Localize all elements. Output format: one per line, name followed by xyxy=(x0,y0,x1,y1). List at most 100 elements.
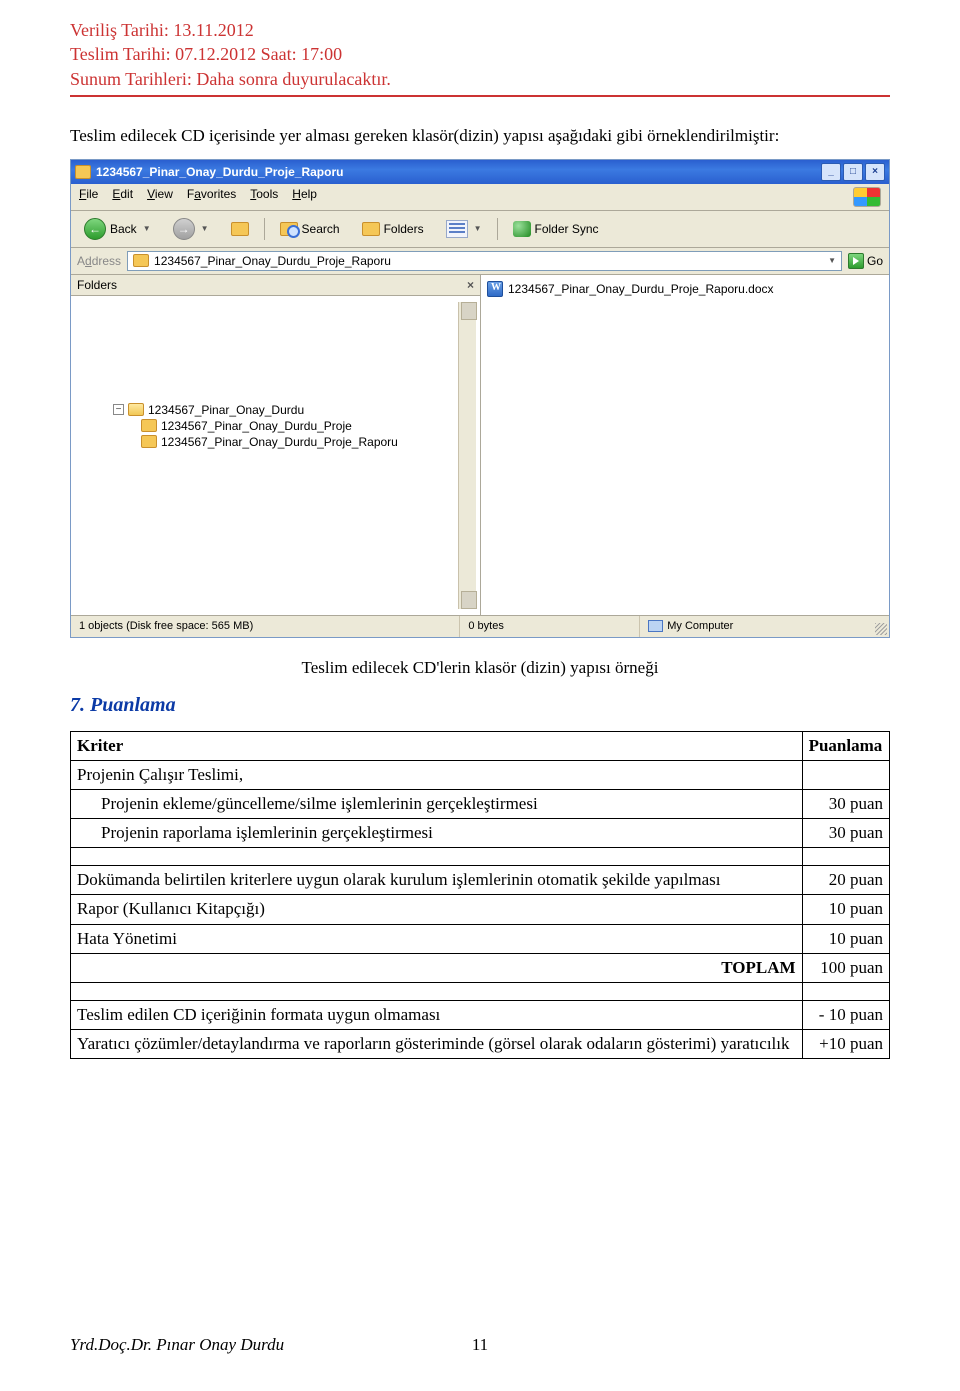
cell-total-score: 100 puan xyxy=(802,953,889,982)
tree-row[interactable]: 1234567_Pinar_Onay_Durdu_Proje xyxy=(141,418,458,434)
search-icon xyxy=(280,222,298,236)
resize-grip[interactable] xyxy=(875,623,887,635)
cell-criterion: Rapor (Kullanıcı Kitapçığı) xyxy=(71,895,803,924)
folder-tree: − 1234567_Pinar_Onay_Durdu 1234567_Pinar… xyxy=(71,296,480,615)
scrollbar[interactable] xyxy=(458,302,476,609)
views-icon xyxy=(446,220,468,238)
col-header-puanlama: Puanlama xyxy=(802,731,889,760)
cell-score: 30 puan xyxy=(802,819,889,848)
cell-criterion: Dokümanda belirtilen kriterlere uygun ol… xyxy=(71,866,803,895)
tree-row[interactable]: 1234567_Pinar_Onay_Durdu_Proje_Raporu xyxy=(141,434,458,450)
back-button[interactable]: ← Back ▼ xyxy=(77,215,158,243)
folders-title-label: Folders xyxy=(77,278,117,292)
menu-help[interactable]: Help xyxy=(292,187,317,207)
close-button[interactable]: × xyxy=(865,163,885,181)
figure-caption: Teslim edilecek CD'lerin klasör (dizin) … xyxy=(70,658,890,678)
folders-icon xyxy=(362,222,380,236)
cell-score: +10 puan xyxy=(802,1029,889,1058)
go-button[interactable]: Go xyxy=(848,253,883,269)
file-name: 1234567_Pinar_Onay_Durdu_Proje_Raporu.do… xyxy=(508,282,774,296)
tree-label: 1234567_Pinar_Onay_Durdu_Proje xyxy=(161,419,352,433)
chevron-down-icon[interactable]: ▼ xyxy=(474,224,482,233)
header-line-2: Teslim Tarihi: 07.12.2012 Saat: 17:00 xyxy=(70,42,890,66)
address-label: Address xyxy=(77,254,121,268)
list-item[interactable]: 1234567_Pinar_Onay_Durdu_Proje_Raporu.do… xyxy=(487,281,883,297)
menu-tools[interactable]: Tools xyxy=(250,187,278,207)
up-folder-icon xyxy=(231,222,249,236)
cell-criterion: Projenin Çalışır Teslimi, xyxy=(71,761,803,790)
maximize-button[interactable]: □ xyxy=(843,163,863,181)
grading-table: Kriter Puanlama Projenin Çalışır Teslimi… xyxy=(70,731,890,1059)
folder-icon xyxy=(141,435,157,448)
cell-score: 10 puan xyxy=(802,895,889,924)
forward-button[interactable]: → ▼ xyxy=(166,215,216,243)
folder-open-icon xyxy=(128,403,144,416)
word-doc-icon xyxy=(487,281,503,297)
cell-criterion: Projenin raporlama işlemlerinin gerçekle… xyxy=(71,819,803,848)
address-value: 1234567_Pinar_Onay_Durdu_Proje_Raporu xyxy=(154,254,391,268)
forward-arrow-icon: → xyxy=(173,218,195,240)
up-button[interactable] xyxy=(224,219,256,239)
page-footer: Yrd.Doç.Dr. Pınar Onay Durdu 11 xyxy=(70,1335,890,1355)
collapse-icon[interactable]: − xyxy=(113,404,124,415)
cell-score: 10 puan xyxy=(802,924,889,953)
computer-icon xyxy=(648,620,663,632)
footer-author: Yrd.Doç.Dr. Pınar Onay Durdu xyxy=(70,1335,284,1355)
cell-score xyxy=(802,761,889,790)
address-bar: Address 1234567_Pinar_Onay_Durdu_Proje_R… xyxy=(71,248,889,275)
chevron-down-icon[interactable]: ▼ xyxy=(143,224,151,233)
explorer-window: 1234567_Pinar_Onay_Durdu_Proje_Raporu _ … xyxy=(70,159,890,638)
search-label: Search xyxy=(302,222,340,236)
menu-view[interactable]: View xyxy=(147,187,173,207)
page-number: 11 xyxy=(472,1335,488,1355)
titlebar[interactable]: 1234567_Pinar_Onay_Durdu_Proje_Raporu _ … xyxy=(71,160,889,184)
folder-sync-label: Folder Sync xyxy=(535,222,599,236)
tree-label: 1234567_Pinar_Onay_Durdu xyxy=(148,403,304,417)
intro-paragraph: Teslim edilecek CD içerisinde yer alması… xyxy=(70,125,890,147)
section-heading: 7. Puanlama xyxy=(70,694,890,717)
go-arrow-icon xyxy=(848,253,864,269)
address-field[interactable]: 1234567_Pinar_Onay_Durdu_Proje_Raporu ▼ xyxy=(127,251,842,271)
folder-icon xyxy=(133,254,149,267)
cell-criterion: Teslim edilen CD içeriğinin formata uygu… xyxy=(71,1000,803,1029)
cell-score: - 10 puan xyxy=(802,1000,889,1029)
status-location: My Computer xyxy=(640,616,889,637)
folder-icon xyxy=(75,165,91,179)
separator xyxy=(264,218,265,240)
toolbar: ← Back ▼ → ▼ Search Folders ▼ Folder Syn… xyxy=(71,211,889,248)
folders-label: Folders xyxy=(384,222,424,236)
cell-score: 30 puan xyxy=(802,790,889,819)
menu-edit[interactable]: Edit xyxy=(112,187,133,207)
menu-favorites[interactable]: Favorites xyxy=(187,187,236,207)
cell-criterion: Hata Yönetimi xyxy=(71,924,803,953)
separator xyxy=(497,218,498,240)
back-arrow-icon: ← xyxy=(84,218,106,240)
views-button[interactable]: ▼ xyxy=(439,217,489,241)
folders-pane: Folders × − 1234567_Pinar_Onay_Durdu 123… xyxy=(71,275,481,615)
folders-pane-header: Folders × xyxy=(71,275,480,296)
chevron-down-icon[interactable]: ▼ xyxy=(201,224,209,233)
close-folders-pane-button[interactable]: × xyxy=(467,278,474,292)
menu-file[interactable]: File xyxy=(79,187,98,207)
minimize-button[interactable]: _ xyxy=(821,163,841,181)
contents-pane: 1234567_Pinar_Onay_Durdu_Proje_Raporu.do… xyxy=(481,275,889,615)
status-bar: 1 objects (Disk free space: 565 MB) 0 by… xyxy=(71,615,889,637)
folders-button[interactable]: Folders xyxy=(355,219,431,239)
status-size: 0 bytes xyxy=(460,616,640,637)
menu-bar: File Edit View Favorites Tools Help xyxy=(71,184,889,211)
sync-icon xyxy=(513,221,531,237)
tree-label: 1234567_Pinar_Onay_Durdu_Proje_Raporu xyxy=(161,435,398,449)
back-label: Back xyxy=(110,222,137,236)
go-label: Go xyxy=(867,254,883,268)
search-button[interactable]: Search xyxy=(273,219,347,239)
tree-row[interactable]: − 1234567_Pinar_Onay_Durdu xyxy=(113,402,458,418)
status-objects: 1 objects (Disk free space: 565 MB) xyxy=(71,616,460,637)
folder-sync-button[interactable]: Folder Sync xyxy=(506,218,606,240)
cell-criterion: Yaratıcı çözümler/detaylandırma ve rapor… xyxy=(71,1029,803,1058)
header-line-1: Veriliş Tarihi: 13.11.2012 xyxy=(70,18,890,42)
chevron-down-icon[interactable]: ▼ xyxy=(828,256,836,265)
cell-criterion: Projenin ekleme/güncelleme/silme işlemle… xyxy=(71,790,803,819)
windows-logo-icon xyxy=(853,187,881,207)
status-location-label: My Computer xyxy=(667,620,733,632)
folder-icon xyxy=(141,419,157,432)
